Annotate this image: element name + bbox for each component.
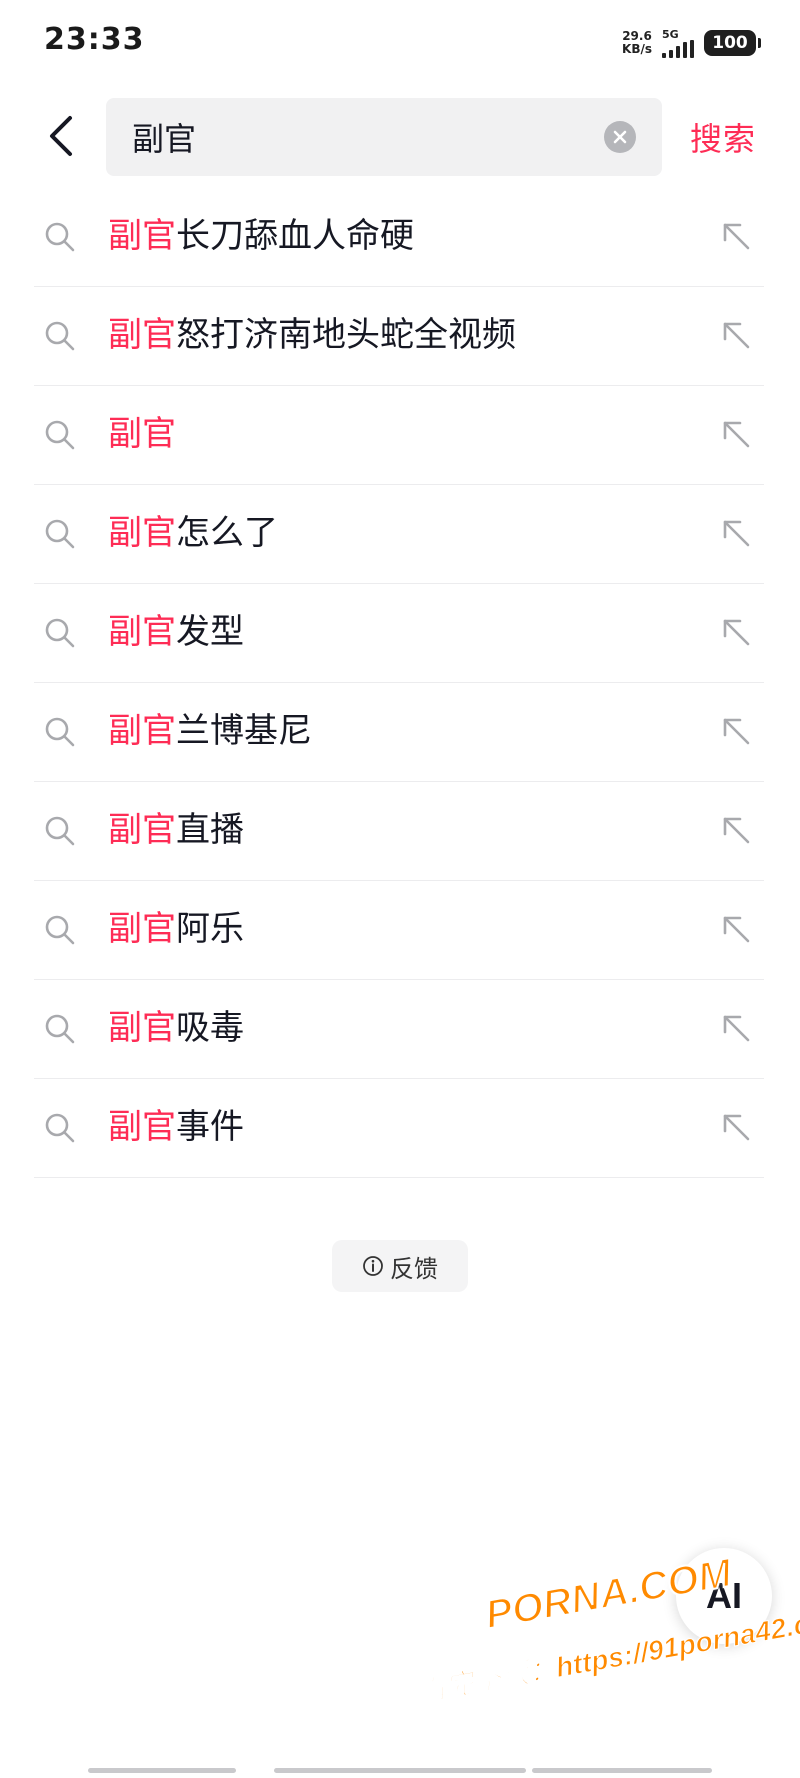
feedback-label: 反馈 [390,1254,438,1283]
back-arrow-icon [50,116,72,156]
signal-bar [662,52,666,58]
network-type: 5G [662,27,679,41]
suggestion-text: 副官直播 [108,809,244,851]
suggestion-text: 副官长刀舔血人命硬 [108,215,414,257]
suggestion-text: 副官事件 [108,1106,244,1148]
fill-query-arrow-icon[interactable] [720,1111,754,1145]
search-icon [45,321,75,351]
search-icon [45,915,75,945]
ai-label: AI [706,1575,742,1616]
back-button[interactable] [36,108,86,164]
signal-bar [669,49,673,58]
search-icon [45,420,75,450]
search-submit-button[interactable]: 搜索 [690,114,756,160]
bottom-indicator [532,1768,712,1773]
fill-query-arrow-icon[interactable] [720,814,754,848]
suggestion-item[interactable]: 副官长刀舔血人命硬 [34,188,764,287]
search-icon [45,519,75,549]
suggestion-item[interactable]: 副官兰博基尼 [34,683,764,782]
suggestion-rest: 吸毒 [176,1008,244,1048]
suggestion-rest: 长刀舔血人命硬 [176,216,414,256]
suggestion-text: 副官 [108,413,176,455]
search-icon [45,816,75,846]
network-speed-unit: KB/s [622,42,652,56]
suggestion-text: 副官发型 [108,611,244,653]
fill-query-arrow-icon[interactable] [720,319,754,353]
suggestion-highlight: 副官 [108,711,176,751]
suggestion-item[interactable]: 副官事件 [34,1079,764,1178]
fill-query-arrow-icon[interactable] [720,715,754,749]
suggestion-rest: 发型 [176,612,244,652]
feedback-button[interactable]: 反馈 [332,1240,468,1292]
suggestion-item[interactable]: 副官直播 [34,782,764,881]
suggestion-item[interactable]: 副官怒打济南地头蛇全视频 [34,287,764,386]
fill-query-arrow-icon[interactable] [720,616,754,650]
search-header: 搜索 [0,96,800,178]
search-icon [45,618,75,648]
bottom-indicator [88,1768,236,1773]
bottom-indicator [274,1768,526,1773]
network-speed: 29.6 KB/s [622,30,652,56]
info-icon [363,1256,383,1276]
signal-bar [690,39,694,58]
battery-level: 100 [712,33,748,53]
fill-query-arrow-icon[interactable] [720,418,754,452]
ai-assistant-button[interactable]: AI [676,1548,772,1644]
suggestion-highlight: 副官 [108,1008,176,1048]
suggestion-rest: 直播 [176,810,244,850]
suggestion-text: 副官怒打济南地头蛇全视频 [108,314,516,356]
suggestion-highlight: 副官 [108,909,176,949]
fill-query-arrow-icon[interactable] [720,913,754,947]
search-icon [45,1014,75,1044]
suggestion-text: 副官兰博基尼 [108,710,312,752]
suggestion-text: 副官怎么了 [108,512,278,554]
suggestion-item[interactable]: 副官吸毒 [34,980,764,1079]
suggestion-rest: 怎么了 [176,513,278,553]
suggestion-highlight: 副官 [108,1107,176,1147]
suggestion-item[interactable]: 副官怎么了 [34,485,764,584]
suggestion-highlight: 副官 [108,612,176,652]
suggestion-rest: 阿乐 [176,909,244,949]
signal-bar [683,41,687,58]
search-icon [45,717,75,747]
battery-icon: 100 [704,30,761,56]
search-icon [45,222,75,252]
suggestion-rest: 怒打济南地头蛇全视频 [176,315,516,355]
suggestion-highlight: 副官 [108,810,176,850]
suggestion-item[interactable]: 副官阿乐 [34,881,764,980]
search-icon [45,1113,75,1143]
search-box [106,98,662,176]
clear-search-button[interactable] [604,121,636,153]
suggestion-highlight: 副官 [108,216,176,256]
fill-query-arrow-icon[interactable] [720,220,754,254]
suggestion-item[interactable]: 副官发型 [34,584,764,683]
close-icon [613,130,627,144]
suggestion-highlight: 副官 [108,414,176,454]
suggestion-rest: 事件 [176,1107,244,1147]
fill-query-arrow-icon[interactable] [720,517,754,551]
suggestion-item[interactable]: 副官 [34,386,764,485]
suggestion-highlight: 副官 [108,315,176,355]
suggestion-list: 副官长刀舔血人命硬 副官怒打济南地头蛇全视频 副官 副官怎么了 副官发型 副官兰… [34,188,764,1178]
suggestion-rest: 兰博基尼 [176,711,312,751]
status-bar: 23:33 29.6 KB/s 5G 100 [0,0,800,86]
signal-bars [662,39,694,58]
suggestion-text: 副官阿乐 [108,908,244,950]
signal-icon: 5G [662,29,694,58]
fill-query-arrow-icon[interactable] [720,1012,754,1046]
suggestion-text: 副官吸毒 [108,1007,244,1049]
search-input[interactable] [132,98,572,176]
suggestion-highlight: 副官 [108,513,176,553]
status-indicators: 29.6 KB/s 5G 100 [622,26,761,60]
signal-bar [676,45,680,58]
status-time: 23:33 [44,22,145,57]
